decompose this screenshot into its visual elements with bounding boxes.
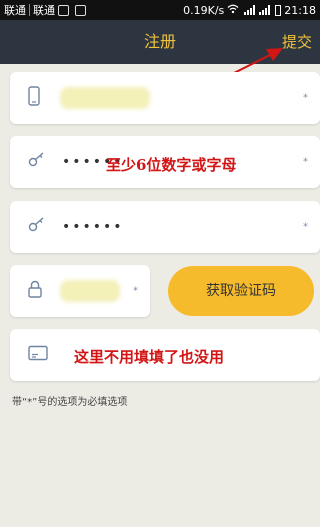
card-icon: [28, 345, 48, 365]
required-mark: *: [303, 221, 308, 233]
phone-field[interactable]: *: [10, 72, 320, 124]
optional-annotation: 这里不用填填了也没用: [74, 348, 225, 366]
lock-icon: [28, 280, 42, 302]
phone-icon: [28, 86, 40, 110]
verify-code-field[interactable]: *: [10, 265, 150, 317]
password-confirm-value: ••••••: [62, 219, 124, 235]
confirm-password-field[interactable]: •••••• *: [10, 201, 320, 253]
required-mark: *: [303, 156, 308, 168]
required-mark: *: [133, 285, 138, 297]
required-hint: 带“*”号的选项为必填选项: [12, 397, 128, 408]
key-icon: [28, 217, 46, 237]
redacted-value: [60, 280, 120, 302]
required-mark: *: [303, 92, 308, 104]
password-annotation: 至少6位数字或字母: [106, 156, 237, 174]
redacted-value: [60, 87, 150, 109]
get-verification-code-button[interactable]: 获取验证码: [168, 266, 314, 316]
key-icon: [28, 152, 46, 172]
